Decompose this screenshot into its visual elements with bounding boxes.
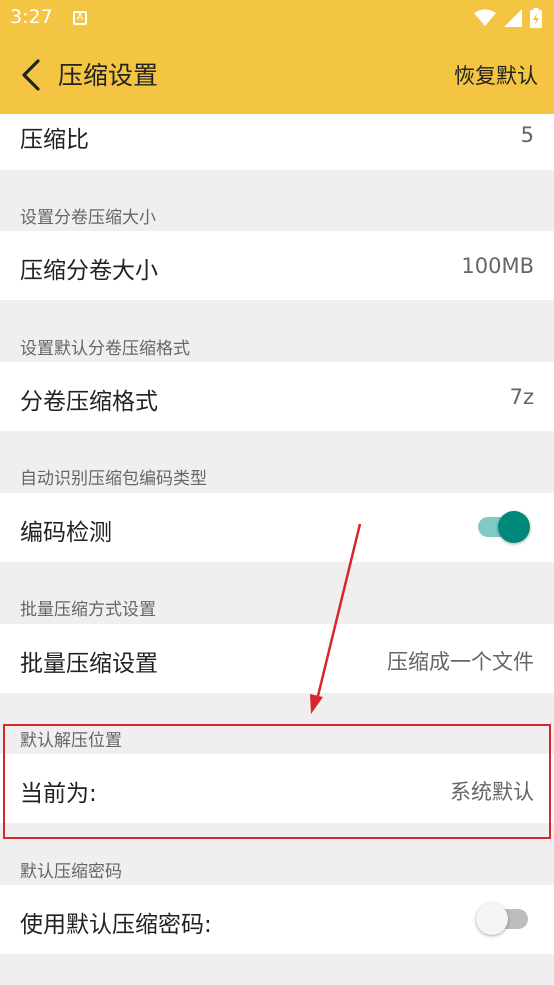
wifi-icon (474, 9, 496, 26)
signal-icon (504, 9, 522, 27)
use-password-row[interactable]: 使用默认压缩密码: (0, 885, 554, 954)
split-size-value: 100MB (461, 254, 534, 278)
split-format-label: 分卷压缩格式 (20, 389, 158, 415)
status-bar: 3:27 A (0, 0, 554, 36)
use-password-label: 使用默认压缩密码: (20, 912, 212, 938)
batch-section-header: 批量压缩方式设置 (20, 600, 156, 620)
toggle-thumb (476, 903, 508, 935)
encoding-section-header: 自动识别压缩包编码类型 (20, 469, 207, 489)
split-size-row[interactable]: 压缩分卷大小 100MB (0, 231, 554, 300)
split-size-label: 压缩分卷大小 (20, 258, 158, 284)
extract-location-row[interactable]: 当前为: 系统默认 (0, 754, 554, 823)
batch-mode-value: 压缩成一个文件 (387, 650, 534, 674)
battery-icon (530, 8, 542, 28)
split-size-section-header: 设置分卷压缩大小 (20, 208, 156, 228)
password-section-header: 默认压缩密码 (20, 862, 122, 882)
encoding-detect-row[interactable]: 编码检测 (0, 493, 554, 562)
encoding-detect-label: 编码检测 (20, 520, 112, 546)
restore-defaults-button[interactable]: 恢复默认 (454, 60, 538, 90)
toggle-thumb (498, 511, 530, 543)
chevron-left-icon[interactable] (18, 58, 48, 92)
split-format-row[interactable]: 分卷压缩格式 7z (0, 362, 554, 431)
encoding-detect-toggle[interactable] (478, 511, 530, 543)
status-time: 3:27 (10, 6, 53, 28)
toolbar: 压缩设置 恢复默认 (0, 36, 554, 114)
batch-mode-label: 批量压缩设置 (20, 651, 158, 677)
compression-ratio-label: 压缩比 (20, 127, 89, 153)
extract-location-section-header: 默认解压位置 (20, 731, 122, 751)
app-bar: 3:27 A 压缩设置 恢复默认 (0, 0, 554, 114)
extract-location-value: 系统默认 (450, 780, 534, 804)
split-format-value: 7z (509, 385, 534, 409)
compression-ratio-value: 5 (520, 123, 534, 147)
page-title: 压缩设置 (58, 61, 159, 90)
system-icons (474, 6, 542, 30)
extract-location-label: 当前为: (20, 781, 97, 807)
use-password-toggle[interactable] (476, 903, 528, 935)
notification-icon: A (73, 11, 87, 25)
batch-mode-row[interactable]: 批量压缩设置 压缩成一个文件 (0, 624, 554, 693)
compression-ratio-row[interactable]: 压缩比 5 (0, 114, 554, 170)
split-format-section-header: 设置默认分卷压缩格式 (20, 339, 190, 359)
